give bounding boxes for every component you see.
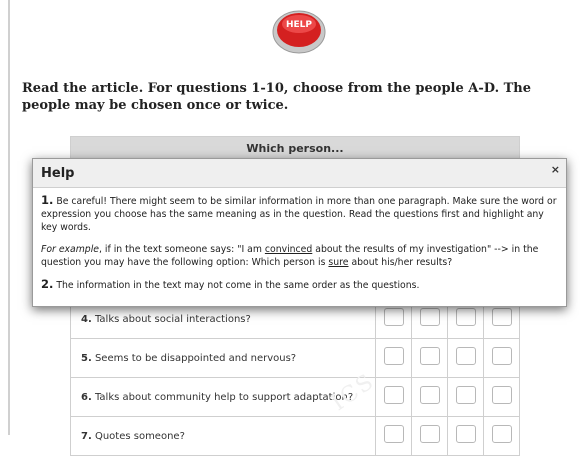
answer-checkbox[interactable] bbox=[455, 425, 476, 443]
answer-checkbox[interactable] bbox=[455, 347, 476, 365]
close-button[interactable]: × bbox=[551, 163, 560, 176]
answer-checkbox[interactable] bbox=[491, 347, 512, 365]
answer-checkbox[interactable] bbox=[491, 425, 512, 443]
answer-checkbox[interactable] bbox=[383, 347, 404, 365]
table-row: 7. Quotes someone? bbox=[70, 416, 520, 456]
answer-checkbox[interactable] bbox=[383, 308, 404, 326]
answer-checkbox[interactable] bbox=[491, 386, 512, 404]
tip-1: 1. Be careful! There might seem to be si… bbox=[41, 193, 557, 234]
dialog-title: Help bbox=[41, 166, 75, 181]
answer-checkbox[interactable] bbox=[491, 308, 512, 326]
dialog-body: 1. Be careful! There might seem to be si… bbox=[33, 188, 566, 292]
table-row: 6. Talks about community help to support… bbox=[70, 377, 520, 417]
answer-checkbox[interactable] bbox=[455, 386, 476, 404]
dialog-header: Help × bbox=[33, 159, 566, 188]
table-row: 5. Seems to be disappointed and nervous? bbox=[70, 338, 520, 378]
question-5: 5. Seems to be disappointed and nervous? bbox=[70, 338, 376, 378]
help-button-icon[interactable]: HELP bbox=[271, 5, 327, 55]
answer-checkbox[interactable] bbox=[419, 308, 440, 326]
answer-checkbox[interactable] bbox=[383, 425, 404, 443]
left-border bbox=[8, 0, 10, 435]
question-7: 7. Quotes someone? bbox=[70, 416, 376, 456]
answer-checkbox[interactable] bbox=[419, 425, 440, 443]
instructions: Read the article. For questions 1-10, ch… bbox=[22, 81, 532, 113]
answer-checkbox[interactable] bbox=[419, 386, 440, 404]
tip-2: 2. The information in the text may not c… bbox=[41, 277, 420, 292]
help-dialog: Help × 1. Be careful! There might seem t… bbox=[32, 158, 567, 307]
answer-checkbox[interactable] bbox=[383, 386, 404, 404]
table-header-row: Which person... bbox=[70, 136, 520, 160]
answer-checkbox[interactable] bbox=[455, 308, 476, 326]
table-header: Which person... bbox=[70, 136, 520, 160]
answer-checkbox[interactable] bbox=[419, 347, 440, 365]
example-paragraph: For example, if in the text someone says… bbox=[41, 244, 539, 268]
help-logo-text: HELP bbox=[286, 20, 312, 30]
